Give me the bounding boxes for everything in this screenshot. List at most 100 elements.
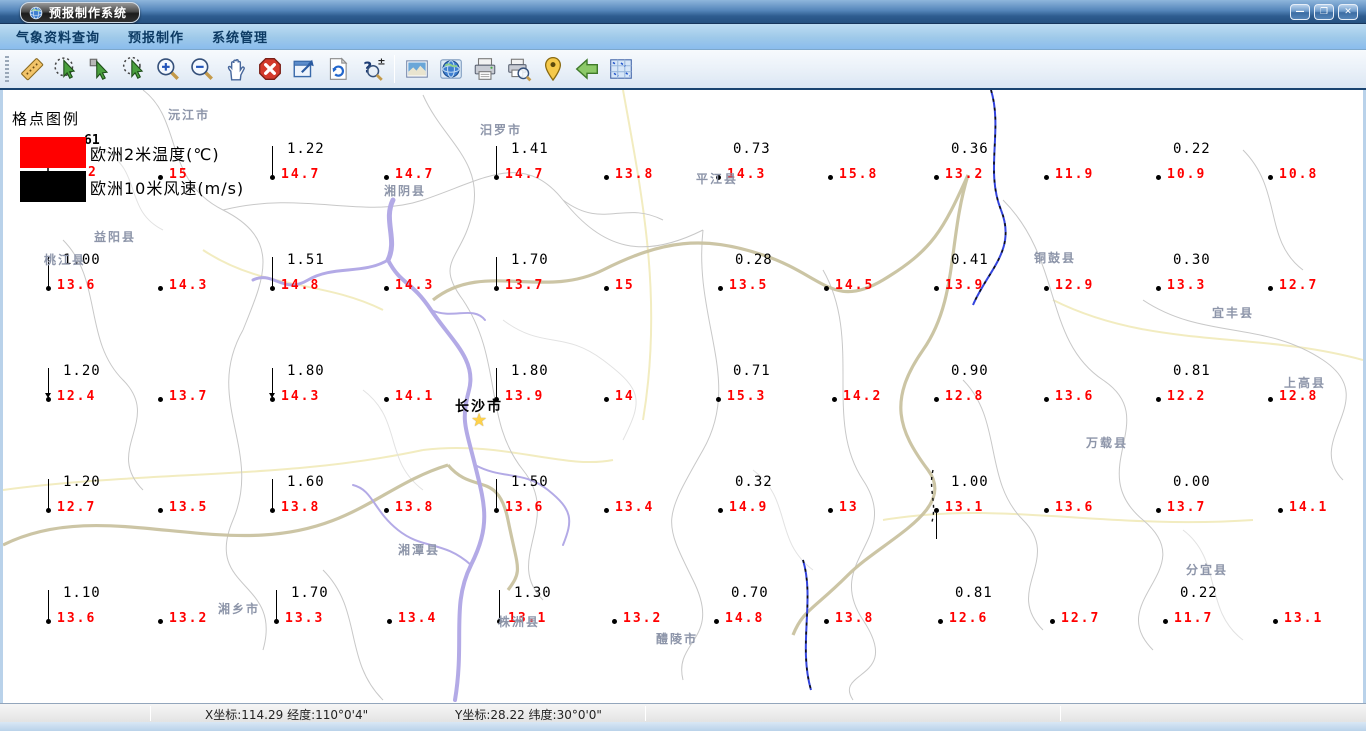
measure-ruler-icon[interactable] xyxy=(16,53,48,85)
status-bar: X坐标:114.29 经度:110°0'4" Y坐标:28.22 纬度:30°0… xyxy=(0,703,1366,722)
temperature-value: 14.3 xyxy=(281,389,321,404)
wind-speed-value: 1.50 xyxy=(511,474,549,490)
wind-barb xyxy=(496,146,497,176)
status-x-coordinate: X坐标:114.29 经度:110°0'4" xyxy=(205,708,369,722)
temperature-value: 14.8 xyxy=(725,611,765,626)
close-button[interactable]: ✕ xyxy=(1338,4,1358,20)
zoom-in-icon[interactable] xyxy=(152,53,184,85)
status-separator xyxy=(645,706,646,721)
temperature-value: 13.8 xyxy=(615,167,655,182)
temperature-value: 13.9 xyxy=(505,389,545,404)
temperature-value: 13.1 xyxy=(1284,611,1324,626)
export-image-icon[interactable] xyxy=(401,53,433,85)
city-label: 醴陵市 xyxy=(656,632,699,646)
temperature-value: 13.8 xyxy=(835,611,875,626)
wind-speed-value: 0.22 xyxy=(1180,585,1218,601)
full-extent-icon[interactable] xyxy=(288,53,320,85)
grid-point-dot xyxy=(714,619,719,624)
map-pin-icon[interactable] xyxy=(537,53,569,85)
wind-speed-value: 1.30 xyxy=(514,585,552,601)
menu-forecast-production[interactable]: 预报制作 xyxy=(116,27,196,46)
grid-point-dot xyxy=(384,397,389,402)
toolbar-grip[interactable] xyxy=(5,56,9,82)
grid-point-dot xyxy=(938,619,943,624)
temperature-value: 10.9 xyxy=(1167,167,1207,182)
city-label: 桃江县 xyxy=(44,253,87,267)
temperature-value: 13.6 xyxy=(57,611,97,626)
grid-point-dot xyxy=(1268,397,1273,402)
temperature-value: 11.9 xyxy=(1055,167,1095,182)
status-separator xyxy=(1060,706,1061,721)
grid-point-dot xyxy=(1268,175,1273,180)
select-by-lasso-icon[interactable] xyxy=(118,53,150,85)
grid-point-dot xyxy=(828,508,833,513)
grid-point-dot xyxy=(1273,619,1278,624)
app-title-tab[interactable]: 预报制作系统 xyxy=(20,2,141,23)
legend-item-temperature: 欧洲2米温度(℃) xyxy=(20,137,220,168)
grid-point-dot xyxy=(1044,508,1049,513)
temperature-value: 13.9 xyxy=(945,278,985,293)
grid-point-dot xyxy=(1044,397,1049,402)
minimize-button[interactable]: — xyxy=(1290,4,1310,20)
globe-logo-icon xyxy=(29,6,43,20)
window-controls: — ❐ ✕ xyxy=(1290,4,1358,20)
grid-point-dot xyxy=(824,286,829,291)
wind-speed-value: 0.90 xyxy=(951,363,989,379)
temperature-value: 12.7 xyxy=(57,500,97,515)
wind-speed-value: 0.28 xyxy=(735,252,773,268)
go-back-icon[interactable] xyxy=(571,53,603,85)
temperature-value: 13.7 xyxy=(169,389,209,404)
grid-point-dot xyxy=(387,619,392,624)
menu-system-management[interactable]: 系统管理 xyxy=(200,27,280,46)
temperature-value: 13.8 xyxy=(281,500,321,515)
grid-point-dot xyxy=(604,175,609,180)
temperature-value: 13.8 xyxy=(395,500,435,515)
grid-point-dot xyxy=(612,619,617,624)
city-label: 湘乡市 xyxy=(218,602,261,616)
wind-barb xyxy=(272,479,273,509)
forecast-app-window: 预报制作系统 — ❐ ✕ 气象资料查询 预报制作 系统管理 ? ± 15 14.… xyxy=(0,0,1366,731)
status-y-coordinate: Y坐标:28.22 纬度:30°0'0" xyxy=(455,708,602,722)
grid-point-dot xyxy=(1050,619,1055,624)
print-preview-icon[interactable] xyxy=(503,53,535,85)
globe-view-icon[interactable] xyxy=(435,53,467,85)
grid-point-dot xyxy=(1278,508,1283,513)
refresh-page-icon[interactable] xyxy=(322,53,354,85)
restore-button[interactable]: ❐ xyxy=(1314,4,1334,20)
grid-layer-icon[interactable] xyxy=(605,53,637,85)
city-label: 万载县 xyxy=(1086,436,1129,450)
print-icon[interactable] xyxy=(469,53,501,85)
city-label: 宜丰县 xyxy=(1212,306,1255,320)
grid-point-dot xyxy=(384,508,389,513)
select-feature-icon[interactable] xyxy=(84,53,116,85)
wind-speed-value: 0.41 xyxy=(951,252,989,268)
temperature-value: 12.9 xyxy=(1055,278,1095,293)
select-by-circle-icon[interactable] xyxy=(50,53,82,85)
temperature-value: 10.8 xyxy=(1279,167,1319,182)
wind-speed-value: 1.70 xyxy=(291,585,329,601)
stop-cancel-icon[interactable] xyxy=(254,53,286,85)
grid-point-dot xyxy=(158,397,163,402)
zoom-out-icon[interactable] xyxy=(186,53,218,85)
temperature-value: 12.4 xyxy=(57,389,97,404)
legend-windspeed-label: 欧洲10米风速(m/s) xyxy=(90,178,245,198)
temperature-value: 14.3 xyxy=(169,278,209,293)
grid-point-dot xyxy=(1268,286,1273,291)
city-label: 益阳县 xyxy=(94,230,137,244)
temperature-value: 13.2 xyxy=(169,611,209,626)
grid-point-dot xyxy=(718,508,723,513)
identify-query-icon[interactable]: ? ± xyxy=(356,53,388,85)
menu-weather-data-query[interactable]: 气象资料查询 xyxy=(4,27,112,46)
pan-hand-icon[interactable] xyxy=(220,53,252,85)
wind-barb-arrowhead xyxy=(269,393,275,398)
temperature-value: 13.1 xyxy=(945,500,985,515)
wind-speed-value: 1.60 xyxy=(287,474,325,490)
temperature-value: 12.8 xyxy=(1279,389,1319,404)
wind-speed-value: 0.36 xyxy=(951,141,989,157)
wind-speed-value: 0.22 xyxy=(1173,141,1211,157)
grid-point-dot xyxy=(934,175,939,180)
temperature-value: 12.6 xyxy=(949,611,989,626)
temperature-value: 13.6 xyxy=(1055,500,1095,515)
app-title: 预报制作系统 xyxy=(49,6,128,20)
wind-barb xyxy=(272,146,273,176)
